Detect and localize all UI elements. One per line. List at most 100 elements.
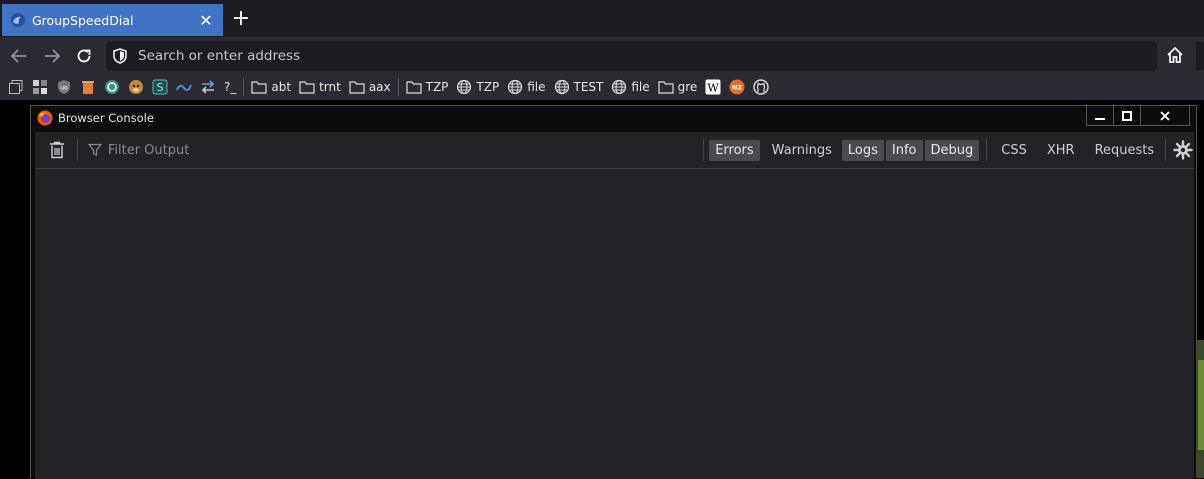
- filter-box[interactable]: [87, 141, 703, 159]
- clear-output-button[interactable]: [47, 140, 67, 160]
- maximize-icon: [1122, 110, 1132, 121]
- new-tab-button[interactable]: +: [229, 7, 253, 31]
- svg-text:uo: uo: [60, 85, 68, 92]
- bookmark-github[interactable]: [749, 76, 773, 98]
- bookmark-label: abt: [271, 80, 292, 94]
- back-button[interactable]: [7, 44, 31, 68]
- folder-icon: [406, 81, 422, 94]
- trash-icon: [49, 141, 64, 159]
- tab-title: GroupSpeedDial: [32, 12, 134, 28]
- bookmark-s[interactable]: S: [148, 76, 172, 98]
- bookmarks-toolbar: uo S ?_ abt trnt aax TZP TZP file TEST f…: [0, 74, 1204, 100]
- bookmark-wave[interactable]: [172, 76, 196, 98]
- bookmark-label: file: [527, 80, 546, 94]
- tab-close-icon[interactable]: ✕: [195, 9, 217, 31]
- bookmark-folder-tzp[interactable]: TZP: [402, 76, 453, 98]
- filter-xhr-button[interactable]: XHR: [1041, 140, 1081, 161]
- console-titlebar[interactable]: Browser Console: [31, 106, 1196, 130]
- bookmark-arrows[interactable]: [196, 76, 220, 98]
- refresh-circle-icon: [105, 80, 119, 94]
- monkey-icon: [129, 80, 143, 94]
- gear-icon: [1173, 140, 1193, 160]
- folder-icon: [251, 81, 267, 94]
- bookmark-label: TEST: [573, 80, 604, 94]
- toolbar-divider: [1165, 139, 1167, 161]
- github-icon: [753, 79, 770, 95]
- bookmark-tzp[interactable]: TZP: [452, 76, 503, 98]
- forward-button[interactable]: [40, 44, 64, 68]
- tab-groupspeeddial[interactable]: GroupSpeedDial ✕: [2, 4, 223, 36]
- collections-icon: [9, 80, 23, 94]
- folder-icon: [349, 81, 365, 94]
- filter-css-button[interactable]: CSS: [995, 140, 1033, 161]
- bookmark-test[interactable]: TEST: [550, 76, 608, 98]
- console-title: Browser Console: [58, 111, 154, 125]
- browser-console-window: Browser Console Errors Warnings Logs Inf…: [30, 105, 1197, 479]
- filter-debug-button[interactable]: Debug: [924, 139, 980, 161]
- bookmark-label: ?_: [224, 80, 237, 94]
- window-controls: [1086, 106, 1190, 126]
- bookmark-label: gre: [677, 80, 698, 94]
- maximize-button[interactable]: [1113, 106, 1140, 125]
- reload-icon: [77, 49, 91, 63]
- console-output-area[interactable]: [35, 169, 1194, 479]
- filter-requests-button[interactable]: Requests: [1089, 140, 1161, 161]
- cloud-icon: [10, 12, 26, 28]
- svg-text:S: S: [157, 81, 164, 94]
- toolbar-divider: [703, 139, 705, 161]
- bookmark-label: file: [631, 80, 650, 94]
- bookmark-trash[interactable]: [76, 76, 100, 98]
- globe-icon: [612, 79, 627, 95]
- bookmark-wikipedia[interactable]: W: [701, 76, 725, 98]
- url-input[interactable]: [136, 47, 1040, 65]
- globe-icon: [554, 79, 569, 95]
- grid-icon: [33, 80, 47, 94]
- wikipedia-icon: W: [705, 79, 721, 95]
- bookmark-refresh[interactable]: [100, 76, 124, 98]
- bookmark-nz[interactable]: NZ: [725, 76, 749, 98]
- nz-icon: NZ: [729, 79, 745, 95]
- filter-logs-button[interactable]: Logs: [841, 139, 884, 161]
- bookmark-folder-trnt[interactable]: trnt: [295, 76, 345, 98]
- search-box-edge[interactable]: [1196, 42, 1204, 70]
- tab-strip: GroupSpeedDial ✕ +: [0, 0, 1204, 37]
- console-toolbar: Errors Warnings Logs Info Debug CSS XHR …: [35, 132, 1194, 169]
- address-bar[interactable]: [106, 41, 1157, 71]
- background-window-edge: [1196, 340, 1204, 478]
- minimize-button[interactable]: [1087, 106, 1113, 125]
- shield-icon[interactable]: [112, 48, 128, 64]
- bookmark-folder-gre[interactable]: gre: [654, 76, 702, 98]
- filter-errors-button[interactable]: Errors: [709, 139, 760, 161]
- filter-warnings-button[interactable]: Warnings: [766, 140, 838, 161]
- bookmark-ublock[interactable]: uo: [52, 76, 76, 98]
- bookmark-monkey[interactable]: [124, 76, 148, 98]
- reload-button[interactable]: [72, 44, 96, 68]
- close-window-button[interactable]: [1140, 106, 1189, 125]
- bookmark-file[interactable]: file: [503, 76, 549, 98]
- svg-text:NZ: NZ: [732, 84, 742, 92]
- toolbar-divider: [76, 139, 78, 161]
- globe-icon: [457, 79, 472, 95]
- s-icon: S: [152, 79, 168, 95]
- folder-icon: [299, 81, 315, 94]
- bookmark-grid[interactable]: [28, 76, 52, 98]
- bookmark-label: trnt: [319, 80, 341, 94]
- nav-bar: [0, 37, 1204, 74]
- firefox-icon: [37, 110, 53, 126]
- filter-output-input[interactable]: [105, 141, 670, 159]
- bookmark-file-2[interactable]: file: [607, 76, 653, 98]
- forward-arrow-icon: [45, 49, 61, 63]
- bookmark-folder-abt[interactable]: abt: [247, 76, 295, 98]
- close-icon: [1160, 110, 1170, 121]
- bookmark-text[interactable]: ?_: [220, 76, 240, 98]
- bookmark-separator: [243, 78, 245, 96]
- console-settings-button[interactable]: [1172, 139, 1194, 161]
- trash-icon: [82, 81, 94, 94]
- bookmark-folder-aax[interactable]: aax: [345, 76, 395, 98]
- toolbar-divider: [986, 139, 988, 161]
- home-button[interactable]: [1163, 43, 1187, 67]
- bookmark-label: aax: [368, 80, 391, 94]
- filter-info-button[interactable]: Info: [885, 139, 923, 161]
- bookmark-collections[interactable]: [0, 76, 28, 98]
- back-arrow-icon: [10, 49, 26, 63]
